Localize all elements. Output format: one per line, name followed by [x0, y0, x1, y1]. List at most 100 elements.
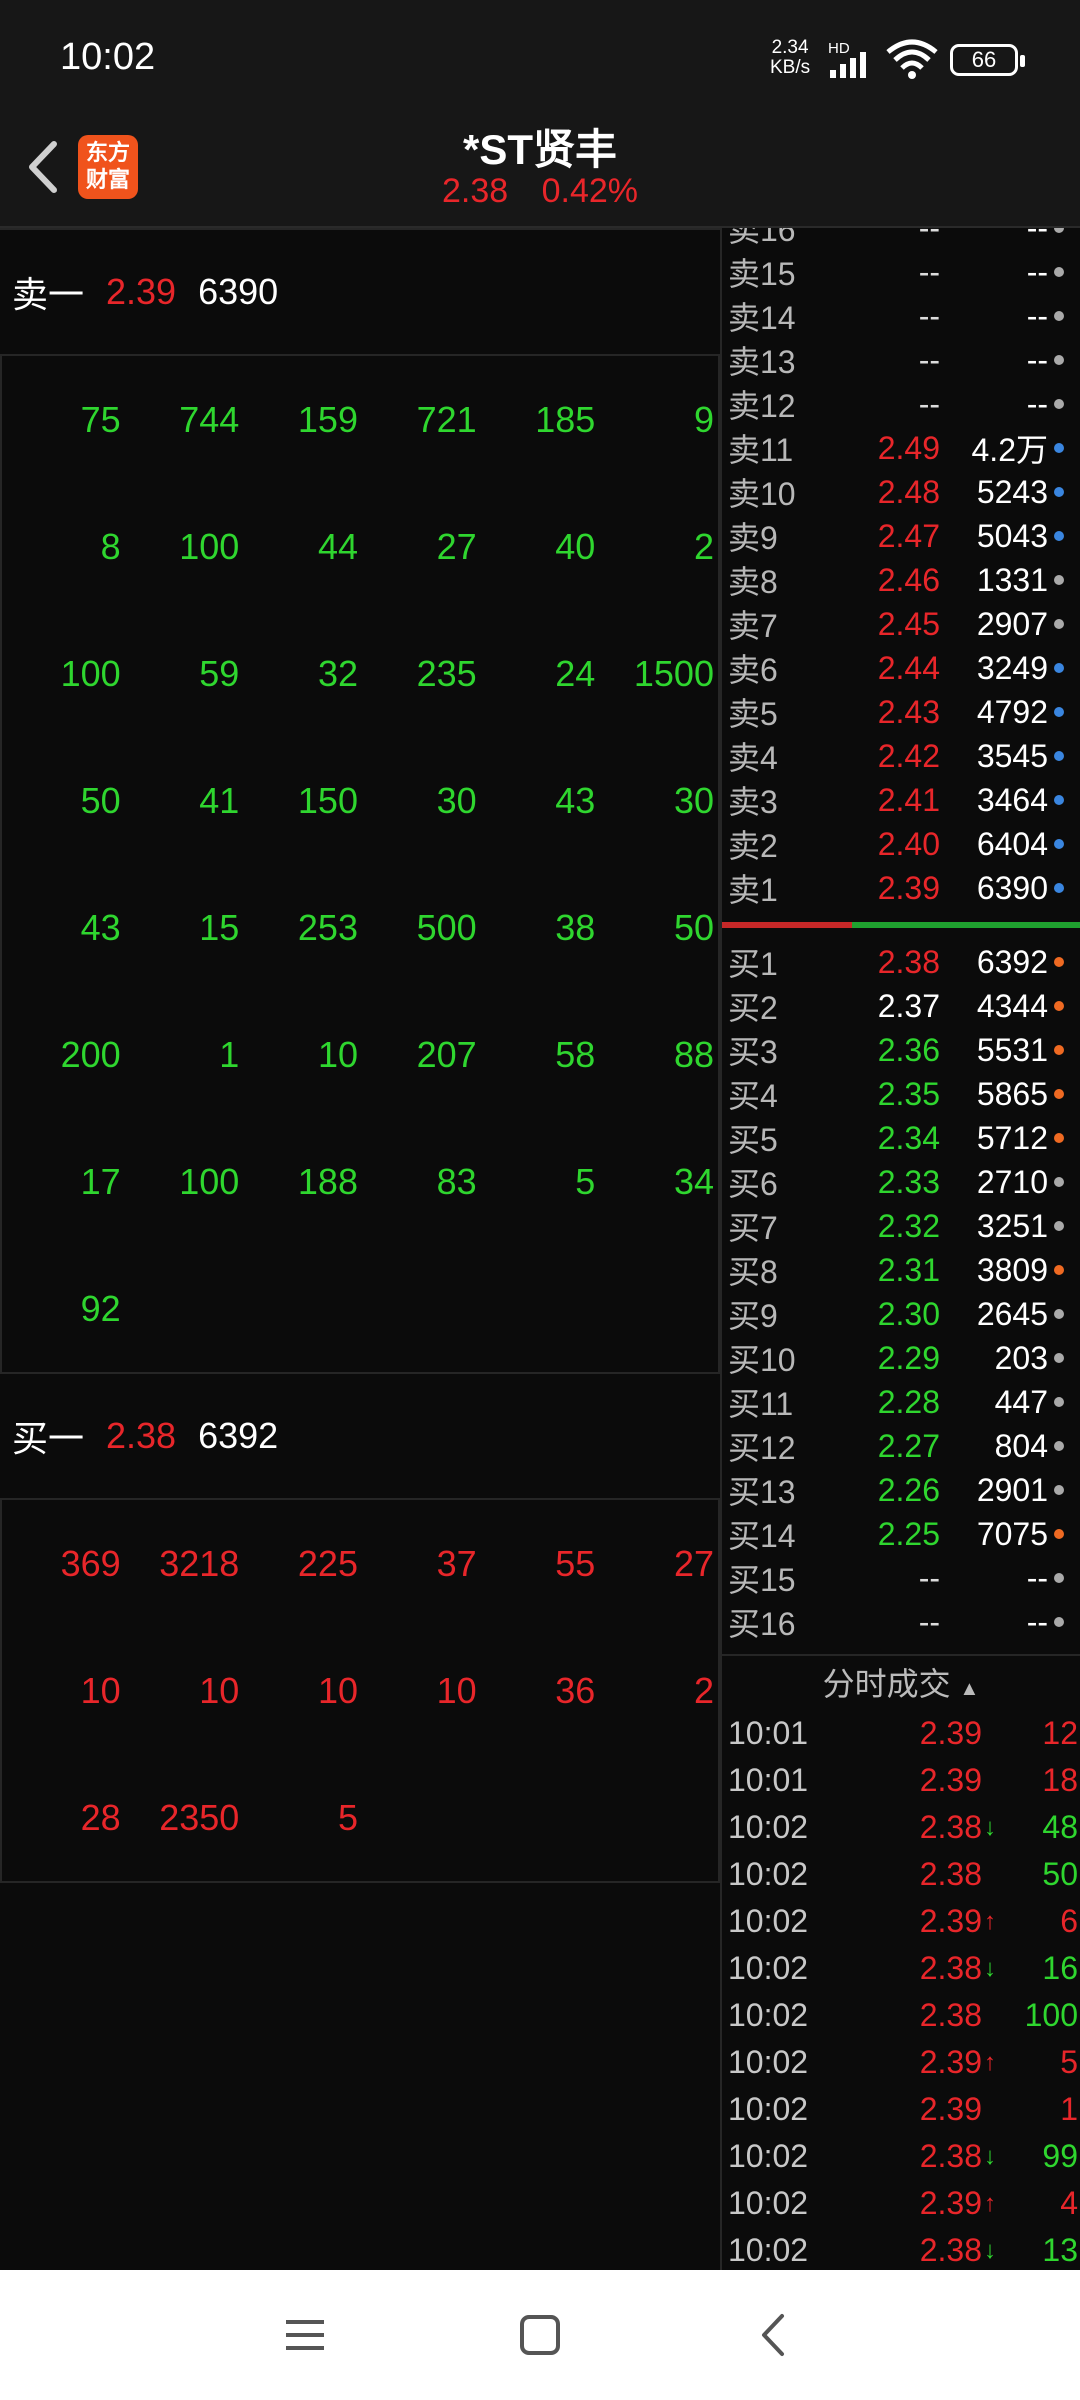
order-book-row[interactable]: 卖1 2.39 6390	[722, 866, 1080, 910]
order-book-level: 买2	[728, 990, 778, 1026]
arrow-down-icon: ↓	[984, 2142, 996, 2170]
order-book-row[interactable]: 卖7 2.45 2907	[722, 602, 1080, 646]
queue-cell: 253	[297, 907, 358, 948]
trade-list: 10:01 2.39 12 10:01 2.39 18 10:02 2.38 ↓ 48 10:02 2…	[722, 1710, 1080, 2270]
order-book-level: 买1	[728, 946, 778, 982]
order-book-row[interactable]: 买12 2.27 804	[722, 1424, 1080, 1468]
order-book-row[interactable]: 买3 2.36 5531	[722, 1028, 1080, 1072]
order-book-row[interactable]: 卖8 2.46 1331	[722, 558, 1080, 602]
status-dot-icon	[1054, 883, 1064, 893]
order-book-price: --	[918, 253, 940, 290]
order-book-row[interactable]: 卖14 -- --	[722, 294, 1080, 338]
status-dot-icon	[1054, 531, 1064, 541]
order-book-volume: 804	[994, 1427, 1048, 1464]
order-book-row[interactable]: 买15 -- --	[722, 1556, 1080, 1600]
clock: 10:02	[60, 36, 156, 78]
order-book-row[interactable]: 卖5 2.43 4792	[722, 690, 1080, 734]
order-book-volume: --	[1026, 385, 1048, 422]
order-book-row[interactable]: 买11 2.28 447	[722, 1380, 1080, 1424]
trade-volume: 4	[1060, 2185, 1078, 2221]
order-book-price: 2.35	[877, 1075, 940, 1112]
order-book-volume: 3809	[976, 1251, 1048, 1288]
order-book-row[interactable]: 卖12 -- --	[722, 382, 1080, 426]
order-book-level: 买14	[728, 1518, 796, 1554]
sell-level-label: 卖一	[12, 274, 85, 315]
order-book-row[interactable]: 买6 2.33 2710	[722, 1160, 1080, 1204]
order-book-row[interactable]: 买2 2.37 4344	[722, 984, 1080, 1028]
status-dot-icon	[1054, 1001, 1064, 1011]
arrow-up-icon: ↑	[984, 1907, 996, 1935]
queue-cell: 200	[60, 1034, 121, 1075]
stock-price: 2.38	[441, 172, 509, 210]
order-book-row[interactable]: 卖15 -- --	[722, 250, 1080, 294]
order-book-volume: 5865	[976, 1075, 1048, 1112]
order-book-row[interactable]: 卖13 -- --	[722, 338, 1080, 382]
trades-header[interactable]: 分时成交 ▲	[722, 1654, 1080, 1710]
stock-name: *ST贤丰	[462, 126, 617, 173]
triangle-up-icon: ▲	[959, 1678, 980, 1700]
order-book-row[interactable]: 卖9 2.47 5043	[722, 514, 1080, 558]
status-dot-icon	[1054, 575, 1064, 585]
order-book-row[interactable]: 买7 2.32 3251	[722, 1204, 1080, 1248]
order-book-row[interactable]: 买14 2.25 7075	[722, 1512, 1080, 1556]
order-book-volume: 3545	[976, 737, 1048, 774]
divider	[0, 1881, 720, 1883]
queue-cell: 83	[436, 1161, 477, 1202]
status-dot-icon	[1054, 228, 1064, 233]
order-book-row[interactable]: 买1 2.38 6392	[722, 940, 1080, 984]
order-book-volume: 2907	[976, 605, 1048, 642]
trade-row: 10:02 2.39 ↑ 6	[722, 1898, 1080, 1945]
queue-cell: 28	[80, 1797, 121, 1838]
queue-cell: 185	[535, 399, 596, 440]
order-book-row[interactable]: 卖11 2.49 4.2万	[722, 426, 1080, 470]
order-book-row[interactable]: 买9 2.30 2645	[722, 1292, 1080, 1336]
order-book-row[interactable]: 买16 -- --	[722, 1600, 1080, 1644]
order-book-panel[interactable]: 卖16----卖15----卖14----卖13----卖12----卖112.…	[720, 228, 1080, 2270]
queue-cell: 721	[416, 399, 477, 440]
sell-level-price: 2.39	[106, 271, 177, 312]
trade-volume: 13	[1042, 2232, 1078, 2268]
order-book-row[interactable]: 卖16 ----	[722, 228, 1080, 250]
trade-volume: 16	[1042, 1950, 1078, 1986]
home-icon[interactable]	[505, 2300, 575, 2370]
order-book-row[interactable]: 卖2 2.40 6404	[722, 822, 1080, 866]
order-book-row[interactable]: 卖10 2.48 5243	[722, 470, 1080, 514]
queue-cell: 41	[199, 780, 240, 821]
queue-cell: 75	[80, 399, 121, 440]
status-dot-icon	[1054, 355, 1064, 365]
order-book-row[interactable]: 卖6 2.44 3249	[722, 646, 1080, 690]
order-book-row[interactable]: 买8 2.31 3809	[722, 1248, 1080, 1292]
status-dot-icon	[1054, 1617, 1064, 1627]
menu-icon[interactable]	[270, 2300, 340, 2370]
order-book-level: 买8	[728, 1254, 778, 1290]
bid-ratio-segment	[722, 922, 852, 928]
order-book-level: 买15	[728, 1562, 796, 1598]
queue-cell: 369	[60, 1543, 121, 1584]
queue-cell: 92	[80, 1288, 121, 1329]
trade-price: 2.38	[919, 1809, 982, 1845]
order-book-row[interactable]: 买5 2.34 5712	[722, 1116, 1080, 1160]
order-book-row[interactable]: 卖4 2.42 3545	[722, 734, 1080, 778]
order-book-volume: --	[1026, 341, 1048, 378]
status-dot-icon	[1054, 267, 1064, 277]
order-book-level: 买9	[728, 1298, 778, 1334]
order-book-row[interactable]: 卖3 2.41 3464	[722, 778, 1080, 822]
trade-time: 10:01	[728, 1762, 809, 1798]
order-book-volume: 2710	[976, 1163, 1048, 1200]
status-dot-icon	[1054, 839, 1064, 849]
queue-cell: 10	[317, 1670, 358, 1711]
order-book-price: --	[918, 341, 940, 378]
trade-price: 2.39	[919, 1715, 982, 1751]
order-book-row[interactable]: 买10 2.29 203	[722, 1336, 1080, 1380]
trade-price: 2.38	[919, 1856, 982, 1892]
status-dot-icon	[1054, 1221, 1064, 1231]
order-book-row[interactable]: 买4 2.35 5865	[722, 1072, 1080, 1116]
trade-time: 10:02	[728, 1997, 809, 2033]
order-book-level: 卖2	[728, 828, 778, 864]
order-book-row[interactable]: 买13 2.26 2901	[722, 1468, 1080, 1512]
back-icon[interactable]	[740, 2300, 810, 2370]
order-book-price: --	[918, 385, 940, 422]
status-dot-icon	[1054, 487, 1064, 497]
queue-cell: 43	[555, 780, 596, 821]
queue-cell: 10	[80, 1670, 121, 1711]
